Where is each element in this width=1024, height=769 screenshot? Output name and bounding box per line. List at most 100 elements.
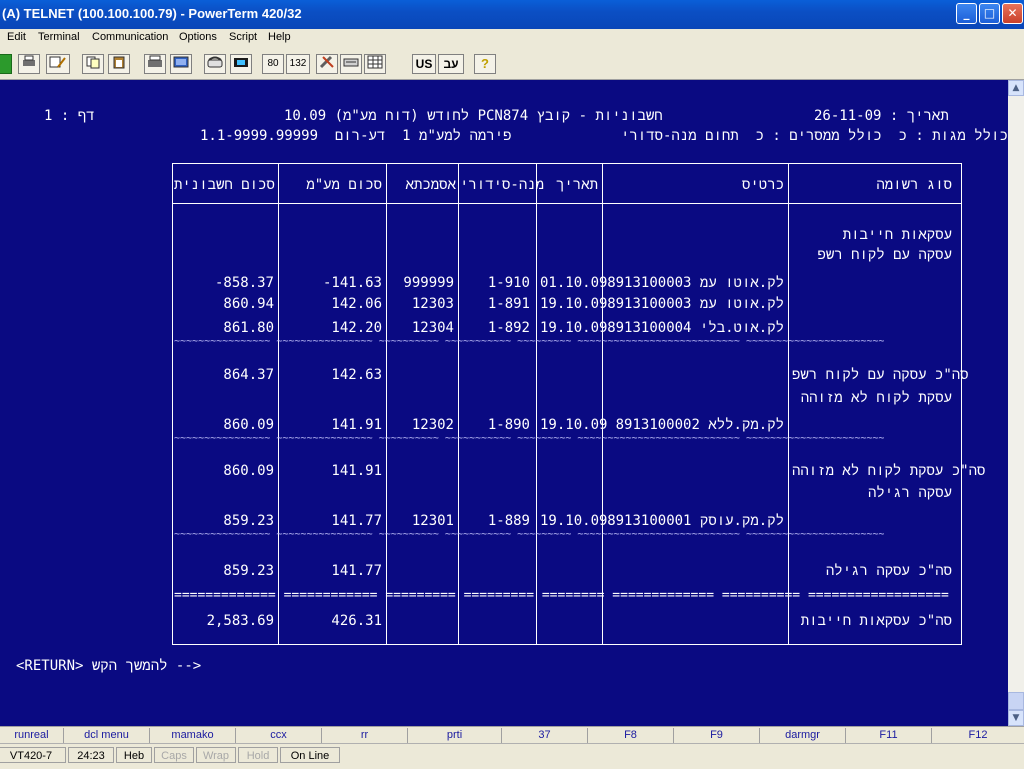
fkey-darmgr[interactable]: darmgr: [760, 728, 846, 743]
row-invoice: 859.23: [223, 513, 274, 529]
subtotal-invoice: 864.37: [223, 367, 274, 383]
subtotal-label: סה"כ עסקה עם לקוח רשפ: [792, 367, 969, 383]
screen-capture-icon[interactable]: [170, 54, 192, 74]
row-card: 8913100002 לק.מק.ללא: [615, 417, 784, 433]
row-vat: 142.06: [331, 296, 382, 312]
row-separator: ~~~~~~~~~~~~~~~~ ~~~~~~~~~~~~~~~~ ~~~~~~…: [174, 435, 885, 443]
row-invoice: -858.37: [214, 275, 274, 291]
col-header-date: תאריך: [555, 177, 598, 193]
status-bar: VT420-7 24:23 Heb Caps Wrap Hold On Line: [0, 743, 1024, 769]
minimize-button[interactable]: _: [956, 3, 977, 24]
section-title: עסקה רגילה: [867, 485, 952, 501]
col-divider: [278, 163, 279, 644]
row-card: 8913100001 לק.מק.עוסק: [607, 513, 784, 529]
paste-icon[interactable]: [108, 54, 130, 74]
edit-session-icon[interactable]: [46, 54, 70, 74]
cols-132-button[interactable]: 132: [286, 54, 310, 74]
help-icon[interactable]: ?: [474, 54, 496, 74]
col-header-card: כרטיס: [741, 177, 784, 193]
row-batch: 1-892: [487, 320, 530, 336]
total-invoice: 2,583.69: [206, 613, 274, 629]
col-header-batch: מנה-סידורי: [460, 177, 545, 193]
hangup-icon[interactable]: [230, 54, 252, 74]
row-date: 19.10.09: [540, 417, 608, 433]
row-vat: 142.20: [331, 320, 382, 336]
settings-tools-icon[interactable]: [316, 54, 338, 74]
status-online: On Line: [280, 747, 340, 763]
fkey-37[interactable]: 37: [502, 728, 588, 743]
status-hold: Hold: [238, 747, 278, 763]
hebrew-layout-button[interactable]: עב: [438, 54, 464, 74]
fkey-f8[interactable]: F8: [588, 728, 674, 743]
status-terminal-type: VT420-7: [0, 747, 66, 763]
fkey-dcl-menu[interactable]: dcl menu: [64, 728, 150, 743]
row-date: 19.10.09: [540, 320, 608, 336]
row-date: 19.10.09: [540, 513, 608, 529]
maximize-button[interactable]: □: [979, 3, 1000, 24]
row-batch: 1-889: [487, 513, 530, 529]
grid-icon[interactable]: [364, 54, 386, 74]
row-reference: 999999: [403, 275, 454, 291]
row-date: 01.10.09: [540, 275, 608, 291]
status-language: Heb: [116, 747, 152, 763]
fkey-rr[interactable]: rr: [322, 728, 408, 743]
company-line: פירמה למע"מ 1 דע-רום 1.1-9999.99999: [200, 128, 512, 144]
fkey-f11[interactable]: F11: [846, 728, 932, 743]
fkey-f9[interactable]: F9: [674, 728, 760, 743]
report-title: 10.09 לחודש (דוח מע"מ) PCN874 חשבוניות -…: [284, 108, 663, 124]
menu-terminal[interactable]: Terminal: [38, 31, 80, 43]
fkey-runreal[interactable]: runreal: [0, 728, 64, 743]
row-invoice: 861.80: [223, 320, 274, 336]
total-label: סה"כ עסקאות חייבות: [800, 613, 952, 629]
terminal-screen[interactable]: 1 : דף 10.09 לחודש (דוח מע"מ) PCN874 חשב…: [0, 80, 1008, 726]
section-title: עסקת לקוח לא מזוהה: [800, 390, 952, 406]
col-header-invoice: סכום חשבונית: [174, 177, 275, 193]
filter-line: כולל מגות : כ כולל ממסרים : כ תחום מנה-ס…: [621, 128, 1008, 144]
col-divider: [602, 163, 603, 644]
continue-prompt: <RETURN> להמשך הקש -->: [16, 658, 202, 674]
row-vat: 141.77: [331, 513, 382, 529]
row-card: 8913100003 לק.אוטו עמ: [607, 296, 784, 312]
scroll-thumb[interactable]: [1008, 692, 1024, 710]
menu-bar: Edit Terminal Communication Options Scri…: [0, 29, 1024, 47]
row-reference: 12301: [411, 513, 454, 529]
col-divider: [788, 163, 789, 644]
row-card: 8913100004 לק.אוט.בלי: [607, 320, 784, 336]
scroll-up-icon[interactable]: ▲: [1008, 80, 1024, 96]
fkey-prti[interactable]: prti: [408, 728, 502, 743]
col-divider: [386, 163, 387, 644]
keyboard-icon[interactable]: [340, 54, 362, 74]
subtotal-vat: 141.77: [331, 563, 382, 579]
phone-icon[interactable]: [204, 54, 226, 74]
fkey-mamako[interactable]: mamako: [150, 728, 236, 743]
row-invoice: 860.94: [223, 296, 274, 312]
menu-help[interactable]: Help: [268, 31, 291, 43]
menu-edit[interactable]: Edit: [7, 31, 26, 43]
header-divider: [172, 203, 961, 204]
printer-icon[interactable]: [18, 54, 40, 74]
section-subtitle: עסקה עם לקוח רשפ: [817, 247, 952, 263]
menu-communication[interactable]: Communication: [92, 31, 168, 43]
fkey-ccx[interactable]: ccx: [236, 728, 322, 743]
row-vat: 141.91: [331, 417, 382, 433]
col-header-vat: סכום מע"מ: [306, 177, 382, 193]
menu-options[interactable]: Options: [179, 31, 217, 43]
col-divider: [536, 163, 537, 644]
col-header-record-type: סוג רשומה: [876, 177, 952, 193]
print-screen-icon[interactable]: [144, 54, 166, 74]
copy-icon[interactable]: [82, 54, 104, 74]
cols-80-button[interactable]: 80: [262, 54, 284, 74]
menu-script[interactable]: Script: [229, 31, 257, 43]
close-button[interactable]: ✕: [1002, 3, 1023, 24]
scroll-down-icon[interactable]: ▼: [1008, 710, 1024, 726]
vertical-scrollbar[interactable]: ▲ ▼: [1008, 80, 1024, 726]
row-date: 19.10.09: [540, 296, 608, 312]
row-batch: 1-891: [487, 296, 530, 312]
connect-icon[interactable]: [0, 54, 12, 74]
report-date: 26-11-09 : תאריך: [814, 108, 949, 124]
row-reference: 12304: [411, 320, 454, 336]
us-layout-button[interactable]: US: [412, 54, 436, 74]
fkey-f12[interactable]: F12: [932, 728, 1024, 743]
subtotal-label: סה"כ עסקה רגילה: [825, 563, 952, 579]
function-key-bar: runreal dcl menu mamako ccx rr prti 37 F…: [0, 726, 1024, 744]
